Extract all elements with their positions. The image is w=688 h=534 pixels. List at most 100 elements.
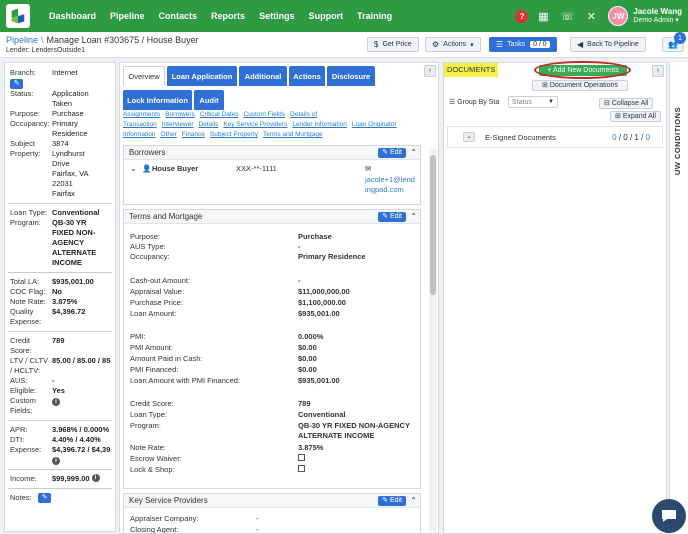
summary-status: Status: Application Taken (10, 89, 89, 108)
terms-purpose-value: Purchase (298, 232, 332, 241)
collapse-right-button[interactable]: › (652, 65, 664, 77)
terms-program-value: QB-30 YR FIXED NON-AGENCY ALTERNATE INCO… (298, 421, 410, 440)
info-icon[interactable]: i (52, 457, 60, 465)
details-scroll-area[interactable]: Borrowers ✎ Edit ⌃ ⌄ 👤 House Buyer XXX-*… (123, 145, 425, 533)
link-details[interactable]: Details (199, 121, 219, 128)
ksp-closing-label: Closing Agent: (130, 525, 179, 533)
arrow-left-icon: ◀ (577, 40, 584, 49)
nav-training[interactable]: Training (350, 0, 399, 32)
terms-appraisal-label: Appraisal Value: (130, 287, 185, 296)
breadcrumb: Pipeline \ Manage Loan #303675 / House Buy… (6, 35, 199, 45)
divider (8, 331, 112, 332)
status-select[interactable]: Status ▼ (508, 96, 558, 108)
chevron-down-icon[interactable]: ⌄ (463, 132, 475, 142)
nav-reports[interactable]: Reports (204, 0, 252, 32)
get-price-button[interactable]: $ Get Price (367, 37, 419, 52)
breadcrumb-pipeline[interactable]: Pipeline (6, 35, 38, 45)
link-custom-fields[interactable]: Custom Fields (244, 111, 286, 118)
user-info[interactable]: Jacole Wang Demo Admin ▾ (633, 7, 682, 25)
terms-pmi-label: PMI: (130, 332, 146, 341)
back-to-pipeline-button[interactable]: ◀ Back To Pipeline (570, 37, 646, 52)
terms-title: Terms and Mortgage (129, 212, 203, 221)
chevron-up-icon[interactable]: ⌃ (410, 146, 417, 160)
chevron-up-icon[interactable]: ⌃ (410, 494, 417, 508)
lock-and-shop-checkbox[interactable] (298, 465, 305, 472)
borrower-name[interactable]: House Buyer (152, 164, 198, 174)
link-borrowers[interactable]: Borrowers (165, 111, 195, 118)
tab-overview[interactable]: Overview (123, 66, 165, 86)
tab-disclosure[interactable]: Disclosure (327, 66, 375, 86)
collapse-all-button[interactable]: ⊟ Collapse All (599, 98, 654, 109)
tasks-label: Tasks (507, 41, 526, 48)
nav-contacts[interactable]: Contacts (152, 0, 205, 32)
nav-pipeline[interactable]: Pipeline (103, 0, 152, 32)
tab-lock-information[interactable]: Lock Information (123, 90, 192, 110)
summary-aus: AUS: - (10, 376, 55, 385)
highlight-circle (534, 61, 631, 79)
avatar[interactable]: JW (608, 6, 629, 26)
terms-rate-value: 3.875% (298, 443, 324, 452)
terms-aus-value: - (298, 242, 301, 251)
edit-borrowers-button[interactable]: ✎ Edit (378, 148, 406, 158)
edit-notes-button[interactable]: ✎ (38, 493, 51, 503)
link-assignments[interactable]: Assignments (123, 111, 160, 118)
documents-panel: DOCUMENTS + Add New Documents › ⊞ Docume… (443, 61, 667, 534)
document-operations-button[interactable]: ⊞ Document Operations (532, 80, 628, 91)
nav-support[interactable]: Support (302, 0, 351, 32)
link-subject-property[interactable]: Subject Property (210, 131, 258, 138)
chevron-up-icon[interactable]: ⌃ (410, 210, 417, 224)
link-critical-dates[interactable]: Critical Dates (200, 111, 239, 118)
link-lender-information[interactable]: Lender Information (292, 121, 347, 128)
terms-cashout-value: - (298, 276, 301, 285)
summary-quality-expense: Quality Expense: $4,396.72 (10, 307, 86, 326)
tab-additional[interactable]: Additional (239, 66, 287, 86)
tab-loan-application[interactable]: Loan Application (167, 66, 237, 86)
esigned-documents-row[interactable]: ⌄ E-Signed Documents 0 / 0 / 1 / 0 (447, 126, 663, 148)
chevron-down-icon[interactable]: ⌄ (130, 164, 137, 174)
chat-button[interactable] (652, 499, 686, 533)
link-finance[interactable]: Finance (182, 131, 205, 138)
tab-actions[interactable]: Actions (289, 66, 325, 86)
summary-note-rate: Note Rate: 3.875% (10, 297, 78, 306)
escrow-waiver-checkbox[interactable] (298, 454, 305, 461)
support-agent-icon[interactable]: ☏ (558, 7, 576, 25)
calendar-icon[interactable]: ▦ (534, 7, 552, 25)
link-terms-and-mortgage[interactable]: Terms and Mortgage (263, 131, 323, 138)
scrollbar-thumb[interactable] (430, 155, 436, 295)
link-key-service-providers[interactable]: Key Service Providers (223, 121, 287, 128)
tab-audit[interactable]: Audit (194, 90, 224, 110)
nav-dashboard[interactable]: Dashboard (42, 0, 103, 32)
divider (8, 420, 112, 421)
user-role: Demo Admin ▾ (633, 17, 679, 24)
uw-conditions-panel[interactable]: UW CONDITIONS (669, 62, 688, 534)
details-scrollbar[interactable] (429, 149, 437, 533)
expand-all-button[interactable]: ⊞ Expand All (610, 111, 661, 122)
borrower-email[interactable]: jacole+1@lendingpad.com (365, 175, 415, 195)
link-interviewer[interactable]: Interviewer (162, 121, 194, 128)
back-label: Back To Pipeline (587, 41, 639, 48)
notification-badge[interactable]: 1 (674, 32, 686, 44)
info-icon[interactable]: i (91, 474, 100, 482)
edit-summary-button[interactable]: ✎ (10, 79, 23, 89)
tasks-button[interactable]: ☰ Tasks 0 / 0 (489, 37, 557, 52)
chat-icon (662, 510, 676, 522)
status-placeholder: Status (512, 99, 532, 106)
nav-settings[interactable]: Settings (252, 0, 302, 32)
edit-ksp-button[interactable]: ✎ Edit (378, 496, 406, 506)
sitemap-icon: ⊞ (542, 82, 548, 89)
terms-paid-cash-value: $0.00 (298, 354, 317, 363)
info-icon[interactable]: i (52, 398, 60, 406)
link-other[interactable]: Other (161, 131, 177, 138)
collapse-left-button[interactable]: ‹ (424, 65, 436, 77)
breadcrumb-separator: \ (41, 35, 44, 45)
chevron-down-icon: ▾ (675, 17, 679, 24)
help-icon[interactable]: ? (515, 9, 529, 23)
summary-total-la: Total LA: $935,001.00 (10, 277, 94, 286)
terms-escrow-label: Escrow Waiver: (130, 454, 182, 463)
lendingpad-logo[interactable] (6, 4, 30, 28)
tools-icon[interactable]: ✕ (582, 7, 600, 25)
expand-icon: ⊞ (615, 113, 621, 120)
edit-terms-button[interactable]: ✎ Edit (378, 212, 406, 222)
actions-button[interactable]: ⚙ Actions ▾ (425, 37, 481, 52)
terms-with-pmi-label: Loan Amount with PMI Financed: (130, 376, 241, 385)
